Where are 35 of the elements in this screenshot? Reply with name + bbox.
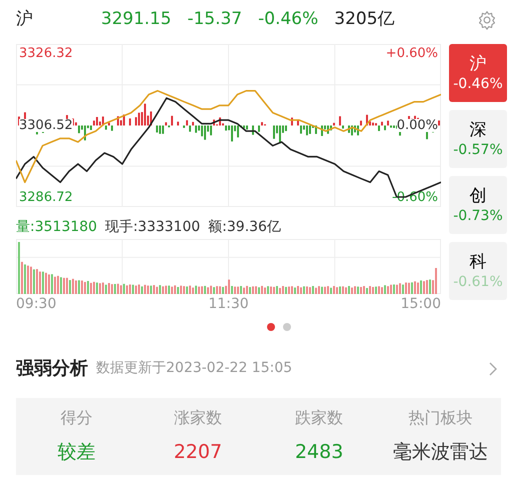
time-label: 11:30 [208,295,249,314]
axis-price-label: 3286.72 [19,191,73,204]
volume-stat: 现手:3333100 [105,218,200,235]
index-tab[interactable]: 沪 -0.46% [449,44,507,102]
time-label: 15:00 [400,295,441,314]
index-tab[interactable]: 深 -0.57% [449,110,507,168]
table-cell-text: 较差 [56,440,97,465]
table-cell-text: 2483 [294,440,344,465]
table-header: 得分 [60,407,94,429]
axis-price-label: 3326.32 [19,46,73,60]
update-time: 数据更新于2023-02-22 15:05 [96,359,292,378]
axis-percent-label: +0.60% [386,46,438,60]
change-percent: -0.46% [258,8,318,32]
axis-price-label: 3306.52 [19,119,73,132]
settings-icon[interactable] [477,10,497,30]
chevron-right-icon[interactable] [489,362,497,376]
section-title: 强弱分析 [16,357,88,381]
table-cell-text: 2207 [172,440,224,465]
time-label: 09:30 [16,295,56,314]
volume-stat: 额:39.36亿 [208,218,281,235]
volume-stat: 量:3513180 [16,218,98,235]
index-price: 3291.15 [101,8,172,32]
index-tab[interactable]: 科 -0.61% [449,242,507,300]
page-dot[interactable] [266,323,274,331]
table-header: 涨家数 [172,407,223,429]
index-name: 沪 [16,8,33,32]
index-tab[interactable]: 创 -0.73% [449,176,507,234]
table-header: 跌家数 [294,407,344,429]
table-header: 热门板块 [407,407,474,429]
page-dot[interactable] [282,323,290,331]
price-change: -15.37 [187,8,242,32]
axis-percent-label: 0.00% [396,119,438,132]
turnover-amount: 3205亿 [334,8,395,32]
axis-percent-label: -0.60% [392,191,438,204]
table-cell-text: 毫米波雷达 [392,440,489,465]
